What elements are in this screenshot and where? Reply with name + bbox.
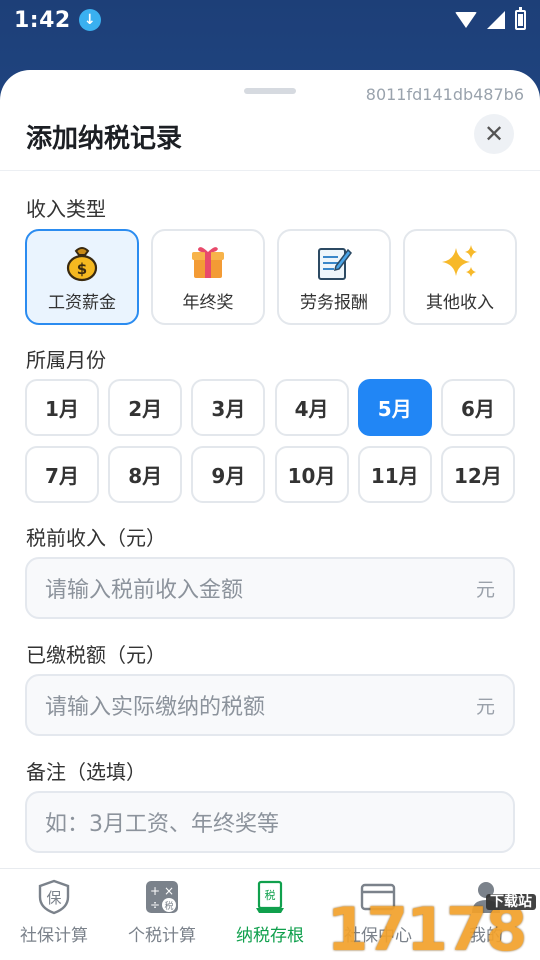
calculator-icon: + × ÷ 税 xyxy=(144,879,180,915)
wifi-icon xyxy=(455,12,477,28)
svg-text:税: 税 xyxy=(164,900,173,912)
pretax-input[interactable]: 请输入税前收入金额 元 xyxy=(25,557,515,619)
income-type-label-text: 其他收入 xyxy=(426,292,494,313)
paid-tax-input[interactable]: 请输入实际缴纳的税额 元 xyxy=(25,674,515,736)
month-button[interactable]: 7月 xyxy=(25,446,99,503)
site-watermark: 17178 下载站 xyxy=(312,890,540,960)
income-type-salary[interactable]: $ 工资薪金 xyxy=(25,229,139,325)
month-button[interactable]: 4月 xyxy=(274,379,349,436)
record-id: 8011fd141db487b6 xyxy=(365,85,524,104)
pretax-placeholder: 请输入税前收入金额 xyxy=(45,578,244,603)
header-divider xyxy=(0,170,540,171)
gift-icon xyxy=(188,242,228,282)
month-button[interactable]: 9月 xyxy=(191,446,266,503)
tab-label: 社保计算 xyxy=(20,926,88,946)
receipt-icon: 税 xyxy=(252,879,288,915)
memo-icon xyxy=(314,242,354,282)
month-button[interactable]: 2月 xyxy=(108,379,183,436)
svg-text:$: $ xyxy=(77,260,87,278)
svg-text:÷: ÷ xyxy=(150,898,160,912)
drag-handle[interactable] xyxy=(244,88,296,94)
note-placeholder: 如：3月工资、年终奖等 xyxy=(45,812,279,837)
note-label: 备注（选填） xyxy=(26,760,146,784)
month-button[interactable]: 8月 xyxy=(108,446,183,503)
month-button[interactable]: 12月 xyxy=(440,446,515,503)
svg-text:税: 税 xyxy=(265,888,276,902)
sparkles-icon xyxy=(440,242,480,282)
tab-income-tax-calc[interactable]: + × ÷ 税 个税计算 xyxy=(108,869,216,960)
month-label: 所属月份 xyxy=(26,348,106,372)
signal-icon xyxy=(487,11,505,29)
svg-text:保: 保 xyxy=(46,889,61,907)
note-input[interactable]: 如：3月工资、年终奖等 xyxy=(25,791,515,853)
income-type-labor[interactable]: 劳务报酬 xyxy=(277,229,391,325)
money-bag-icon: $ xyxy=(62,242,102,282)
watermark-sub: 下载站 xyxy=(486,894,536,910)
tab-social-security-calc[interactable]: 保 社保计算 xyxy=(0,869,108,960)
month-button[interactable]: 10月 xyxy=(274,446,349,503)
pretax-label: 税前收入（元） xyxy=(26,526,166,550)
income-type-label-text: 年终奖 xyxy=(182,292,234,313)
close-button[interactable]: ✕ xyxy=(474,114,514,154)
paid-tax-unit: 元 xyxy=(475,695,495,718)
tab-tax-receipts[interactable]: 税 纳税存根 xyxy=(216,869,324,960)
income-type-label: 收入类型 xyxy=(26,197,106,221)
pretax-unit: 元 xyxy=(475,578,495,601)
month-button-selected[interactable]: 5月 xyxy=(357,379,432,436)
month-button[interactable]: 6月 xyxy=(440,379,515,436)
month-button[interactable]: 1月 xyxy=(25,379,99,436)
add-record-sheet: 8011fd141db487b6 添加纳税记录 ✕ 收入类型 $ 工资薪金 年终… xyxy=(0,70,540,960)
paid-tax-label: 已缴税额（元） xyxy=(26,643,166,667)
income-type-other[interactable]: 其他收入 xyxy=(403,229,517,325)
download-icon: ↓ xyxy=(78,9,101,31)
tab-label: 个税计算 xyxy=(128,926,196,946)
income-type-label-text: 劳务报酬 xyxy=(300,292,368,313)
income-type-bonus[interactable]: 年终奖 xyxy=(151,229,265,325)
status-icons xyxy=(455,7,526,30)
shield-icon: 保 xyxy=(36,879,72,915)
battery-icon xyxy=(515,7,526,30)
month-grid: 1月 2月 3月 4月 5月 6月 7月 8月 9月 10月 11月 12月 xyxy=(25,379,515,503)
svg-text:×: × xyxy=(164,884,174,898)
month-button[interactable]: 3月 xyxy=(191,379,266,436)
status-time: 1:42 xyxy=(14,7,71,33)
paid-tax-placeholder: 请输入实际缴纳的税额 xyxy=(45,695,266,720)
svg-text:+: + xyxy=(150,884,160,898)
income-type-label-text: 工资薪金 xyxy=(48,292,116,313)
status-bar: 1:42 ↓ xyxy=(0,0,540,40)
month-button[interactable]: 11月 xyxy=(357,446,432,503)
close-icon: ✕ xyxy=(483,120,505,148)
sheet-title: 添加纳税记录 xyxy=(26,124,183,154)
income-type-options: $ 工资薪金 年终奖 劳务报酬 其他收入 xyxy=(25,229,517,325)
tab-label: 纳税存根 xyxy=(236,926,304,946)
